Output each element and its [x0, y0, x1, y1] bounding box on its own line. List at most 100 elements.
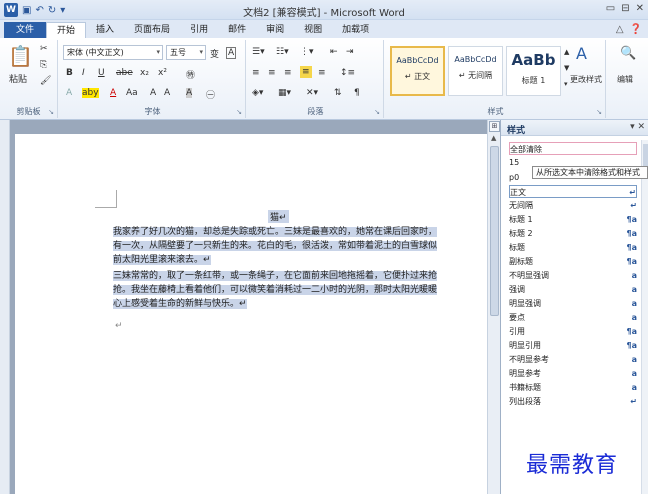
minimize-icon[interactable]: ▭ — [606, 3, 615, 14]
font-name-combo[interactable]: 宋体 (中文正文) ▾ — [63, 45, 163, 60]
align-left-icon[interactable]: ≡ — [252, 68, 260, 78]
align-right-icon[interactable]: ≡ — [284, 68, 292, 78]
document-title[interactable]: 猫↵ — [268, 210, 289, 223]
minimize-ribbon-icon[interactable]: △ — [616, 24, 624, 35]
line-spacing-icon[interactable]: ↕≡ — [340, 68, 355, 78]
style-normal[interactable]: AaBbCcDd ↵ 正文 — [390, 46, 445, 96]
subscript-button[interactable]: x₂ — [140, 68, 149, 78]
document-line[interactable]: 心上感受着生命的新鲜与快乐。↵ — [113, 298, 247, 311]
style-list-item[interactable]: 书籍标题 a — [509, 381, 637, 394]
style-list-item[interactable]: 标题 ¶a — [509, 241, 637, 254]
style-list-item[interactable]: 标题 2 ¶a — [509, 227, 637, 240]
sort-icon[interactable]: ⇅ — [334, 88, 342, 98]
tab-view[interactable]: 视图 — [294, 22, 332, 38]
scrollbar-thumb[interactable] — [490, 146, 499, 316]
paragraph-launcher-icon[interactable]: ↘ — [374, 108, 380, 116]
vertical-scrollbar[interactable]: ⊞ ▲ — [487, 120, 500, 494]
ruler-toggle-icon[interactable]: ⊞ — [489, 121, 500, 132]
style-heading1[interactable]: AaBb 标题 1 — [506, 46, 561, 96]
multilevel-icon[interactable]: ⋮▾ — [300, 47, 314, 57]
copy-icon[interactable]: ⎘ — [40, 60, 47, 70]
highlight-icon[interactable]: aby — [82, 88, 99, 98]
find-icon[interactable]: 🔍 — [620, 46, 636, 61]
document-line[interactable]: 有一次，从隔壁要了一只新生的来。花白的毛，很活泼，常如带着泥土的白雪球似 — [113, 240, 438, 253]
font-label: 字体 — [144, 107, 161, 116]
paste-icon[interactable]: 📋 — [8, 44, 33, 68]
shrink-font-icon[interactable]: A — [150, 88, 156, 98]
style-list-item[interactable]: 无间隔 ↵ — [509, 199, 637, 212]
styles-more-icon[interactable]: ▾ — [564, 80, 568, 88]
increase-indent-icon[interactable]: ⇥ — [346, 47, 354, 57]
style-list-item[interactable]: 明显强调 a — [509, 297, 637, 310]
change-styles-icon[interactable]: A — [576, 44, 587, 63]
text-effects-icon[interactable]: A — [66, 88, 72, 98]
change-case-icon[interactable]: Aa — [126, 88, 138, 98]
style-list-item[interactable]: 不明显参考 a — [509, 353, 637, 366]
clipboard-launcher-icon[interactable]: ↘ — [48, 108, 54, 116]
bold-button[interactable]: B — [66, 68, 73, 78]
document-line[interactable]: 抢。我坐在藤椅上看着他们，可以微笑着消耗过一二小时的光阴，那时太阳光暖暖 — [113, 284, 438, 297]
pane-close-icon[interactable]: ▾ ✕ — [630, 122, 645, 132]
style-list-item[interactable]: 明显参考 a — [509, 367, 637, 380]
font-color-icon[interactable]: A — [110, 88, 116, 98]
clear-format-icon[interactable]: ㊕ — [186, 68, 195, 81]
show-marks-icon[interactable]: ¶ — [354, 88, 360, 98]
document-line[interactable]: 三妹常常的，取了一条红带，或一条绳子，在它面前来回地拖摇着，它便扑过来抢 — [113, 270, 438, 283]
style-list-item[interactable]: 明显引用 ¶a — [509, 339, 637, 352]
maximize-icon[interactable]: ⊟ — [621, 3, 629, 14]
cut-icon[interactable]: ✂ — [40, 44, 48, 54]
tab-references[interactable]: 引用 — [180, 22, 218, 38]
superscript-button[interactable]: x² — [158, 68, 167, 78]
distributed-icon[interactable]: ≡ — [318, 68, 326, 78]
enclose-char-icon[interactable]: ㊀ — [206, 88, 215, 101]
style-no-spacing[interactable]: AaBbCcDd ↵ 无间隔 — [448, 46, 503, 96]
style-list-item[interactable]: 列出段落 ↵ — [509, 395, 637, 408]
document-page[interactable] — [15, 134, 491, 494]
char-shading-icon[interactable]: A — [186, 88, 193, 98]
align-center-icon[interactable]: ≡ — [268, 68, 276, 78]
font-size-combo[interactable]: 五号 ▾ — [166, 45, 206, 60]
style-list-item[interactable]: 正文 ↵ — [509, 185, 637, 198]
tab-file[interactable]: 文件 — [4, 22, 47, 38]
tab-addins[interactable]: 加载项 — [332, 22, 379, 38]
font-launcher-icon[interactable]: ↘ — [236, 108, 242, 116]
document-line[interactable]: 我家养了好几次的猫，却总是失踪或死亡。三妹是最喜欢的，她常在课后回家时， — [113, 226, 438, 239]
tab-insert[interactable]: 插入 — [86, 22, 124, 38]
strikethrough-button[interactable]: abe — [116, 68, 133, 78]
chinese-layout-icon[interactable]: ✕▾ — [306, 88, 318, 98]
borders-icon[interactable]: ▦▾ — [278, 88, 291, 98]
style-list-item[interactable]: 不明显强调 a — [509, 269, 637, 282]
paste-button[interactable]: 粘贴 — [9, 72, 27, 85]
format-painter-icon[interactable]: 🖌 — [40, 76, 51, 86]
tab-page-layout[interactable]: 页面布局 — [124, 22, 180, 38]
bullets-icon[interactable]: ☰▾ — [252, 47, 265, 57]
tab-review[interactable]: 审阅 — [256, 22, 294, 38]
scroll-up-icon[interactable]: ▲ — [491, 134, 496, 142]
grow-font-icon[interactable]: 变 — [210, 47, 219, 60]
styles-scroll-down-icon[interactable]: ▼ — [564, 64, 569, 72]
style-list-item[interactable]: 副标题 ¶a — [509, 255, 637, 268]
grow-font-icon-2[interactable]: A — [164, 88, 170, 98]
justify-icon[interactable]: ≡ — [300, 66, 312, 78]
char-border-icon[interactable]: A — [226, 47, 237, 59]
styles-launcher-icon[interactable]: ↘ — [596, 108, 602, 116]
decrease-indent-icon[interactable]: ⇤ — [330, 47, 338, 57]
style-list-item[interactable]: 要点 a — [509, 311, 637, 324]
document-line[interactable]: 前太阳光里滚来滚去。↵ — [113, 254, 211, 267]
underline-button[interactable]: U — [98, 68, 105, 78]
close-icon[interactable]: ✕ — [636, 3, 644, 14]
styles-pane-scrollbar[interactable] — [641, 140, 648, 494]
style-list-item[interactable]: 强调 a — [509, 283, 637, 296]
style-list-item[interactable]: 标题 1 ¶a — [509, 213, 637, 226]
numbering-icon[interactable]: ☷▾ — [276, 47, 289, 57]
tab-home[interactable]: 开始 — [46, 22, 87, 38]
tab-mailings[interactable]: 邮件 — [218, 22, 256, 38]
help-icon[interactable]: ❓ — [630, 24, 642, 35]
shading-icon[interactable]: ◈▾ — [252, 88, 263, 98]
change-styles-button[interactable]: 更改样式 — [570, 74, 602, 85]
editing-button[interactable]: 编辑 — [617, 74, 633, 85]
clear-all-item[interactable]: 全部清除 — [509, 142, 637, 155]
italic-button[interactable]: I — [82, 68, 85, 78]
style-list-item[interactable]: 引用 ¶a — [509, 325, 637, 338]
styles-scroll-up-icon[interactable]: ▲ — [564, 48, 569, 56]
